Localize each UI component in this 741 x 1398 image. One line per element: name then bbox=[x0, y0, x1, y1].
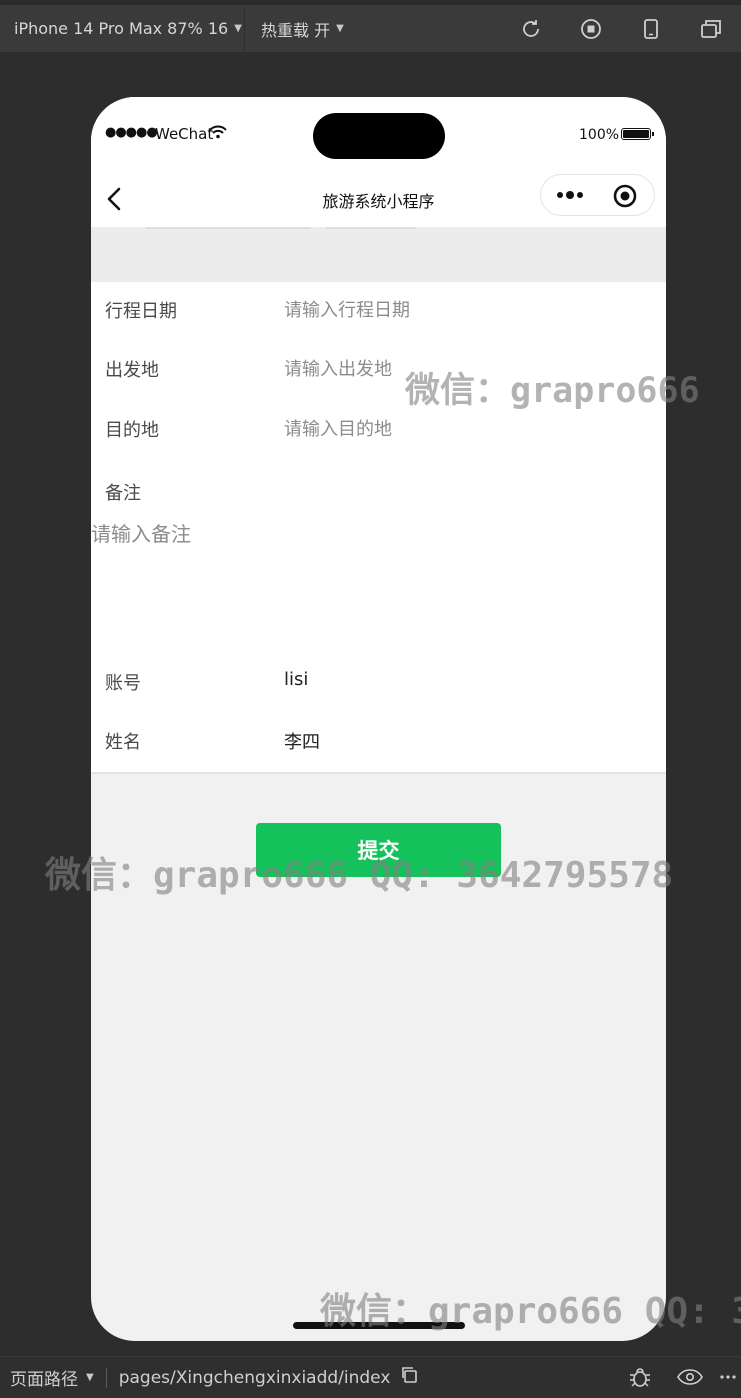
trip-form: 行程日期 出发地 目的地 备注 账号 lisi 姓名 李四 bbox=[91, 282, 666, 774]
more-icon[interactable] bbox=[553, 183, 589, 207]
more-horizontal-icon[interactable] bbox=[715, 1374, 741, 1380]
destination-input[interactable] bbox=[284, 415, 644, 443]
trip-date-row: 行程日期 bbox=[91, 285, 666, 335]
home-indicator bbox=[293, 1322, 465, 1329]
departure-input[interactable] bbox=[284, 355, 644, 383]
navigation-bar: 旅游系统小程序 bbox=[91, 172, 666, 227]
hot-reload-toggle[interactable]: 热重载 开 ▼ bbox=[245, 17, 344, 41]
remark-textarea[interactable] bbox=[91, 518, 651, 638]
hot-reload-label: 热重载 开 bbox=[261, 20, 331, 40]
departure-row: 出发地 bbox=[91, 344, 666, 394]
eye-icon[interactable] bbox=[665, 1368, 715, 1386]
devtools-toolbar: iPhone 14 Pro Max 87% 16 ▼ 热重载 开 ▼ bbox=[0, 0, 741, 52]
destination-label: 目的地 bbox=[105, 420, 159, 441]
remark-label: 备注 bbox=[105, 483, 141, 504]
menu-capsule bbox=[540, 174, 655, 216]
banner-strip bbox=[91, 227, 666, 282]
bottom-bar-icons bbox=[615, 1357, 741, 1397]
account-row: 账号 lisi bbox=[91, 657, 666, 707]
battery-percentage: 100% bbox=[579, 127, 620, 143]
toolbar-icons bbox=[501, 5, 741, 52]
name-row: 姓名 李四 bbox=[91, 716, 666, 766]
page-path-selector[interactable]: 页面路径 ▼ bbox=[0, 1365, 94, 1390]
chevron-down-icon: ▼ bbox=[336, 23, 344, 34]
submit-button[interactable]: 提交 bbox=[256, 823, 501, 877]
page-path-value: pages/Xingchengxinxiadd/index bbox=[118, 1367, 391, 1388]
divider bbox=[105, 1367, 107, 1388]
window-icon[interactable] bbox=[681, 18, 741, 40]
wifi-icon bbox=[209, 125, 227, 143]
account-value: lisi bbox=[284, 669, 309, 690]
departure-label: 出发地 bbox=[105, 360, 159, 381]
device-selector[interactable]: iPhone 14 Pro Max 87% 16 ▼ bbox=[0, 19, 244, 38]
account-label: 账号 bbox=[105, 673, 141, 694]
carrier-name: WeChat bbox=[155, 125, 214, 143]
chevron-down-icon: ▼ bbox=[234, 23, 242, 34]
destination-row: 目的地 bbox=[91, 404, 666, 454]
trip-date-input[interactable] bbox=[284, 296, 644, 324]
status-bar: ●●●●● WeChat 100% bbox=[91, 97, 666, 172]
refresh-icon[interactable] bbox=[501, 18, 561, 40]
trip-date-label: 行程日期 bbox=[105, 301, 177, 322]
battery-icon bbox=[621, 128, 654, 140]
page-path: pages/Xingchengxinxiadd/index bbox=[119, 1366, 419, 1389]
close-miniprogram-icon[interactable] bbox=[611, 182, 639, 210]
page-path-label: 页面路径 bbox=[10, 1370, 78, 1390]
phone-icon[interactable] bbox=[621, 18, 681, 40]
signal-icon: ●●●●● bbox=[105, 125, 158, 140]
bug-icon[interactable] bbox=[615, 1365, 665, 1389]
chevron-down-icon: ▼ bbox=[86, 1372, 94, 1383]
dynamic-island bbox=[313, 113, 445, 159]
phone-simulator: ●●●●● WeChat 100% 旅游系统小程序 行程日期 请输入行程日期 出… bbox=[91, 97, 666, 1341]
name-value: 李四 bbox=[284, 732, 320, 753]
device-label: iPhone 14 Pro Max 87% 16 bbox=[14, 19, 229, 38]
stop-icon[interactable] bbox=[561, 18, 621, 40]
devtools-bottom-bar: 页面路径 ▼ pages/Xingchengxinxiadd/index bbox=[0, 1356, 741, 1398]
name-label: 姓名 bbox=[105, 732, 141, 753]
copy-icon[interactable] bbox=[400, 1366, 418, 1389]
